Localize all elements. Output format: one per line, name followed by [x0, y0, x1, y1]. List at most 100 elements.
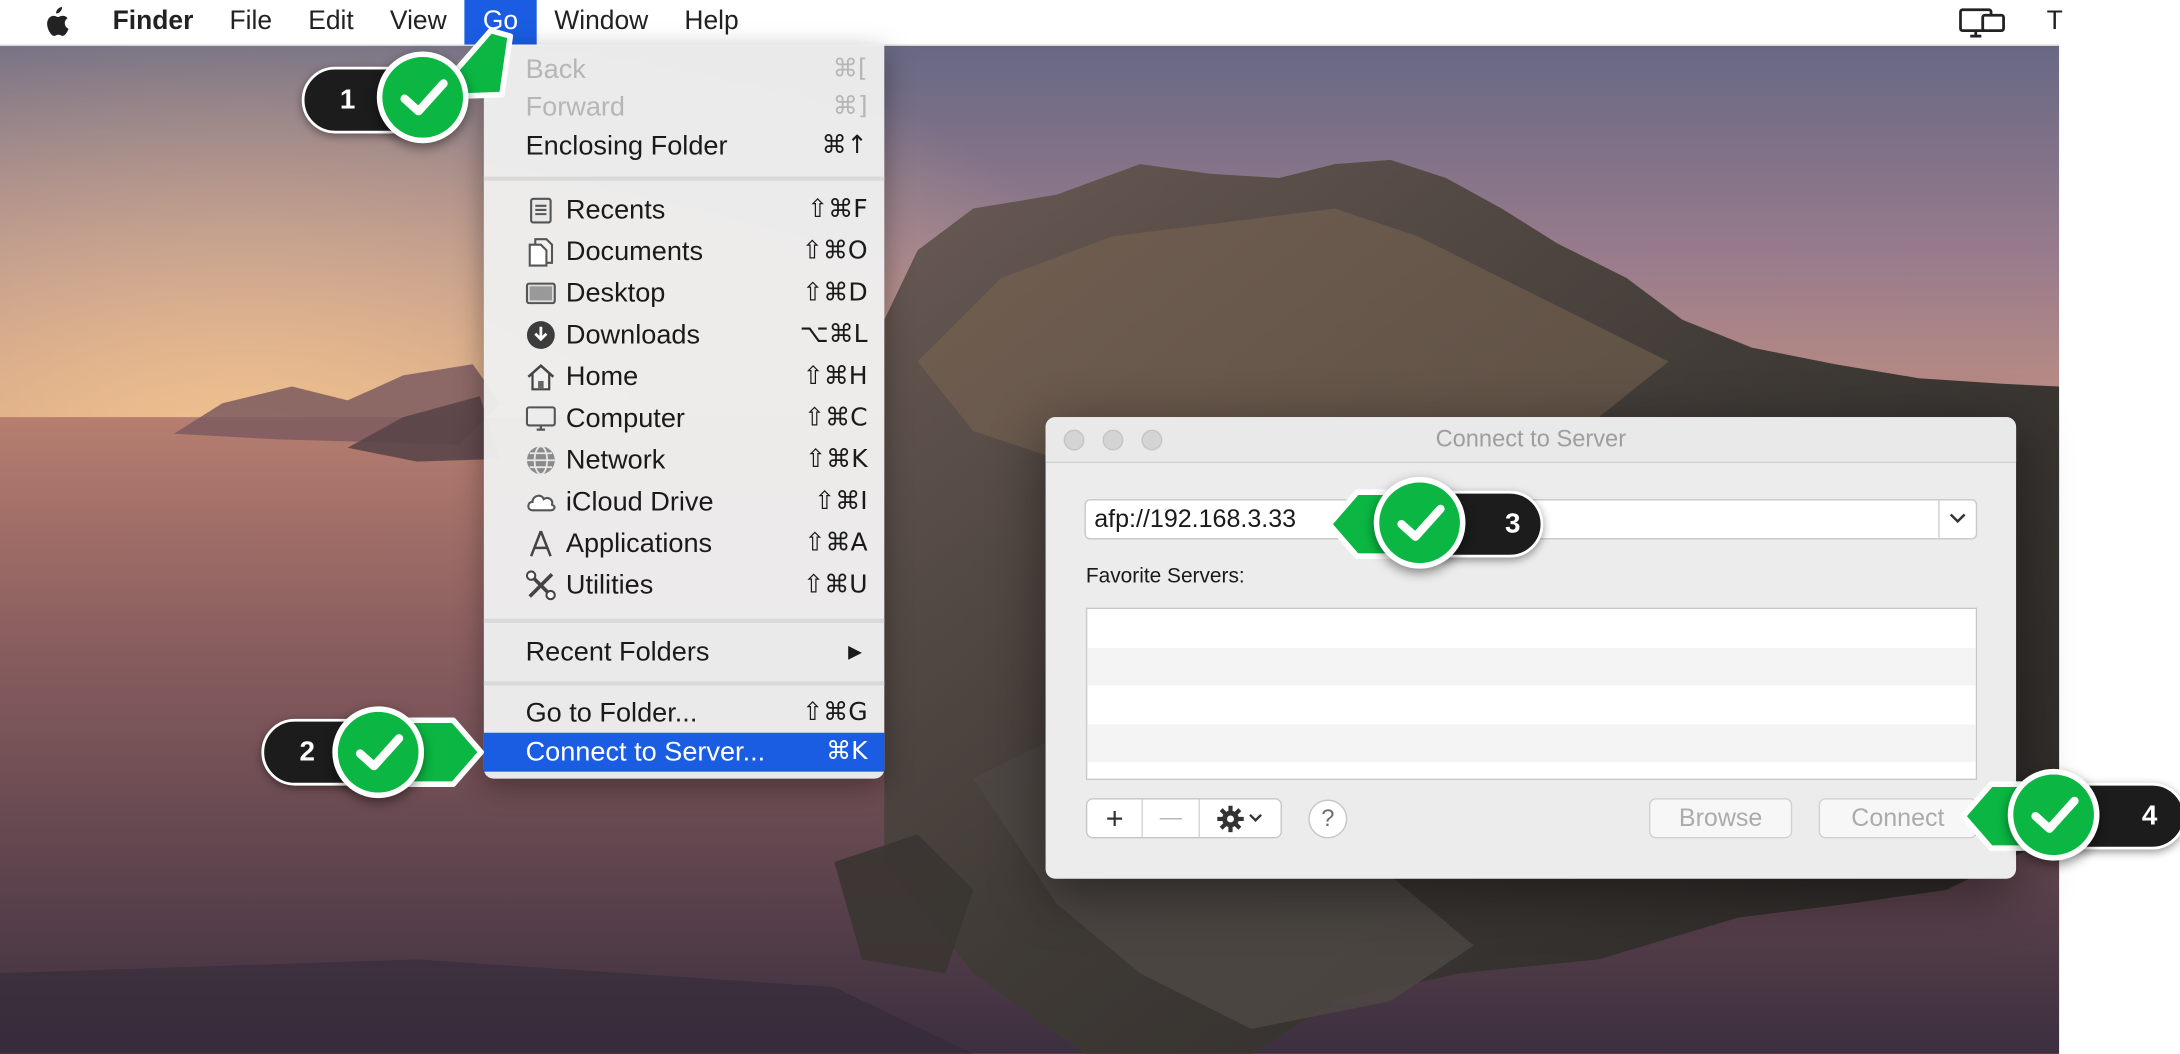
- menu-edit[interactable]: Edit: [290, 0, 372, 44]
- action-menu-button[interactable]: [1200, 799, 1281, 837]
- screen-mirroring-icon[interactable]: [1958, 0, 2008, 44]
- checkmark-icon: [1397, 504, 1445, 541]
- recents-icon: [530, 197, 552, 224]
- go-menu-item-enclosing-folder[interactable]: Enclosing Folder ⌘↑: [484, 127, 884, 166]
- menu-help[interactable]: Help: [666, 0, 756, 44]
- utilities-icon: [525, 570, 556, 601]
- go-menu-item-shortcut: ⇧⌘G: [802, 697, 868, 728]
- menu-separator: [483, 618, 885, 623]
- connect-button[interactable]: Connect: [1818, 798, 1978, 839]
- go-menu-item-label: Home: [565, 361, 639, 393]
- step-callout-1: 1: [301, 27, 514, 161]
- go-menu-item-back: Back ⌘[: [484, 50, 884, 89]
- go-menu-item-shortcut: ⇧⌘I: [814, 486, 868, 516]
- step-number: 1: [339, 84, 356, 116]
- go-menu-item-shortcut: ⇧⌘F: [807, 194, 868, 224]
- step-number: 4: [2141, 800, 2158, 832]
- chevron-down-icon: [1249, 813, 1263, 823]
- go-menu-item-applications[interactable]: Applications ⇧⌘A: [484, 524, 884, 563]
- checkmark-badge: [332, 706, 425, 799]
- go-menu-item-label: Forward: [525, 91, 626, 123]
- go-menu-item-network[interactable]: Network ⇧⌘K: [484, 441, 884, 480]
- go-menu-item-label: iCloud Drive: [565, 486, 714, 518]
- go-menu-item-label: Recent Folders: [525, 636, 710, 668]
- gear-icon: [1217, 805, 1245, 832]
- go-menu-item-shortcut: ⇧⌘K: [805, 444, 868, 475]
- server-address-value[interactable]: afp://192.168.3.33: [1094, 505, 1296, 534]
- go-menu-item-shortcut: ⌘↑: [821, 130, 868, 160]
- go-menu-dropdown: Back ⌘[ Forward ⌘] Enclosing Folder ⌘↑ R…: [483, 44, 885, 779]
- list-item: [1087, 647, 1976, 686]
- go-menu-item-desktop[interactable]: Desktop ⇧⌘D: [484, 274, 884, 313]
- menu-bar-status-area: T: [1958, 0, 2180, 45]
- checkmark-icon: [2031, 796, 2079, 833]
- go-menu-item-shortcut: ⌘[: [832, 54, 868, 84]
- go-menu-item-label: Network: [565, 444, 666, 476]
- go-menu-item-home[interactable]: Home ⇧⌘H: [484, 357, 884, 396]
- checkmark-badge: [1373, 476, 1466, 569]
- dialog-title: Connect to Server: [1435, 425, 1627, 452]
- favorites-control-group: + —: [1085, 798, 1282, 839]
- downloads-icon: [526, 321, 555, 349]
- home-icon: [527, 364, 555, 391]
- checkmark-badge: [376, 51, 469, 144]
- favorite-servers-label: Favorite Servers:: [1085, 564, 1245, 589]
- desktop-icon: [525, 282, 556, 305]
- list-item: [1087, 609, 1975, 647]
- go-menu-item-label: Computer: [565, 403, 685, 434]
- step-callout-4: 4: [1958, 759, 2180, 870]
- go-menu-item-label: Connect to Server...: [525, 736, 766, 768]
- menu-bar-partial-text: T: [2007, 0, 2074, 45]
- go-menu-item-shortcut: ⇧⌘H: [802, 361, 868, 391]
- menu-separator: [483, 681, 885, 686]
- go-menu-item-recents[interactable]: Recents ⇧⌘F: [484, 190, 884, 229]
- submenu-arrow-icon: ▶: [848, 640, 863, 662]
- applications-icon: [529, 530, 552, 557]
- menu-file[interactable]: File: [211, 0, 290, 44]
- checkmark-icon: [400, 79, 448, 116]
- go-menu-item-go-to-folder[interactable]: Go to Folder... ⇧⌘G: [484, 694, 884, 733]
- go-menu-item-computer[interactable]: Computer ⇧⌘C: [484, 399, 884, 438]
- go-menu-item-shortcut: ⌘]: [832, 91, 868, 121]
- go-menu-item-icloud-drive[interactable]: iCloud Drive ⇧⌘I: [484, 482, 884, 521]
- menu-window[interactable]: Window: [536, 0, 666, 44]
- go-menu-item-downloads[interactable]: Downloads ⌥⌘L: [484, 316, 884, 355]
- recent-servers-dropdown[interactable]: [1938, 500, 1976, 539]
- menu-app-finder[interactable]: Finder: [95, 0, 212, 44]
- go-menu-item-label: Utilities: [565, 570, 654, 601]
- step-callout-3: 3: [1321, 467, 1550, 578]
- go-menu-item-shortcut: ⇧⌘D: [802, 278, 868, 308]
- add-favorite-button[interactable]: +: [1087, 799, 1144, 838]
- go-menu-item-label: Go to Folder...: [525, 697, 698, 729]
- list-item: [1087, 685, 1975, 723]
- list-item: [1087, 723, 1976, 762]
- go-menu-item-forward: Forward ⌘]: [484, 88, 884, 127]
- go-menu-item-shortcut: ⇧⌘A: [804, 528, 868, 558]
- go-menu-item-recent-folders[interactable]: Recent Folders ▶: [484, 633, 884, 672]
- favorite-servers-list[interactable]: [1085, 607, 1978, 781]
- chevron-down-icon: [1949, 513, 1966, 524]
- remove-favorite-button[interactable]: —: [1143, 799, 1200, 838]
- step-number: 2: [299, 736, 316, 768]
- help-button[interactable]: ?: [1308, 799, 1348, 839]
- menu-separator: [483, 176, 885, 181]
- go-menu-item-label: Enclosing Folder: [525, 130, 728, 162]
- browse-button[interactable]: Browse: [1649, 798, 1793, 839]
- go-menu-item-connect-to-server[interactable]: Connect to Server... ⌘K: [483, 732, 885, 772]
- go-menu-item-label: Recents: [565, 194, 666, 226]
- icloud-icon: [527, 494, 556, 512]
- menu-bar: Finder File Edit View Go Window Help: [0, 0, 2060, 46]
- go-menu-item-label: Downloads: [565, 319, 701, 351]
- go-menu-item-utilities[interactable]: Utilities ⇧⌘U: [484, 566, 884, 605]
- checkmark-icon: [355, 734, 404, 771]
- step-callout-2: 2: [261, 695, 490, 806]
- dialog-titlebar: Connect to Server: [1045, 417, 2017, 464]
- go-menu-item-label: Documents: [565, 236, 704, 267]
- checkmark-badge: [2007, 768, 2100, 861]
- go-menu-item-label: Desktop: [565, 278, 666, 309]
- go-menu-item-documents[interactable]: Documents ⇧⌘O: [484, 232, 884, 271]
- step-number: 3: [1505, 508, 1521, 540]
- go-menu-item-shortcut: ⌘K: [826, 736, 868, 767]
- apple-menu-icon[interactable]: [0, 0, 95, 44]
- go-menu-item-label: Applications: [565, 528, 713, 559]
